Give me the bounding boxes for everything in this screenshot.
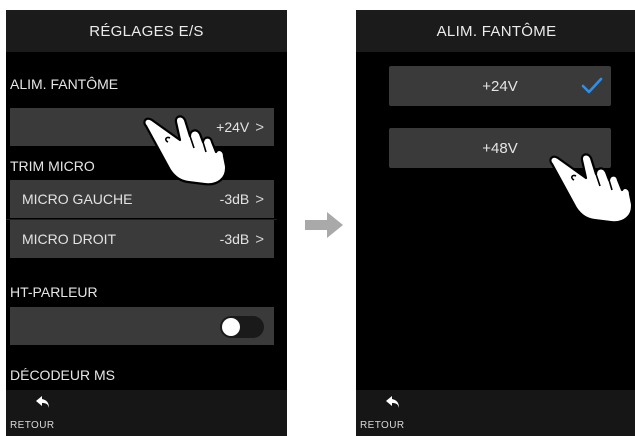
screen-title: ALIM. FANTÔME (356, 10, 635, 52)
phantom-power-label: ALIM. FANTÔME (10, 76, 119, 92)
chevron-right-icon: > (255, 230, 264, 248)
ms-decoder-label: DÉCODEUR MS (10, 367, 116, 383)
screen-title: RÉGLAGES E/S (6, 10, 287, 52)
phantom-power-screen: ALIM. FANTÔME +24V +48V RETOUR (356, 10, 635, 436)
bottom-bar: RETOUR (356, 390, 635, 436)
mic-trim-label: TRIM MICRO (10, 158, 95, 174)
arrow-right-icon (305, 212, 343, 238)
bottom-bar: RETOUR (6, 390, 287, 436)
mic-left-row[interactable]: MICRO GAUCHE -3dB > (10, 180, 274, 218)
back-button[interactable]: RETOUR (10, 392, 70, 434)
mic-left-value: -3dB (219, 191, 250, 207)
mic-left-label: MICRO GAUCHE (22, 191, 133, 207)
phantom-power-row[interactable]: +24V > (10, 108, 274, 146)
io-settings-screen: RÉGLAGES E/S ALIM. FANTÔME +24V > TRIM M… (6, 10, 287, 436)
back-label: RETOUR (360, 420, 405, 431)
option-48v[interactable]: +48V (389, 128, 611, 168)
option-label: +24V (482, 77, 518, 95)
toggle-knob (222, 318, 240, 336)
chevron-right-icon: > (255, 190, 264, 208)
mic-right-value: -3dB (219, 231, 250, 247)
chevron-right-icon: > (255, 118, 264, 136)
back-arrow-icon (386, 396, 399, 408)
option-24v[interactable]: +24V (389, 66, 611, 106)
mic-right-label: MICRO DROIT (22, 231, 117, 247)
phantom-power-value: +24V (216, 119, 250, 135)
speaker-row (10, 307, 274, 345)
check-icon (581, 77, 603, 94)
back-arrow-icon (36, 396, 49, 408)
back-label: RETOUR (10, 420, 55, 431)
option-label: +48V (482, 139, 518, 157)
speaker-label: HT-PARLEUR (10, 284, 98, 300)
back-button[interactable]: RETOUR (360, 392, 420, 434)
mic-right-row[interactable]: MICRO DROIT -3dB > (10, 220, 274, 258)
speaker-toggle[interactable] (220, 316, 264, 338)
